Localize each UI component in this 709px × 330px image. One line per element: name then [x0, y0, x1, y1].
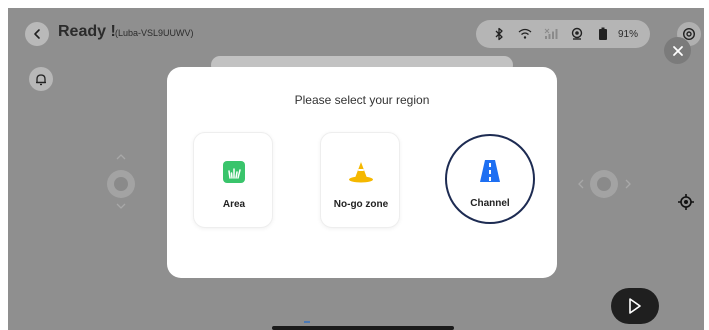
- locate-icon: [678, 194, 694, 210]
- status-bar: 91%: [476, 20, 650, 48]
- page-indicator: [304, 321, 310, 323]
- arrow-left-icon: [578, 179, 584, 189]
- road-channel-icon: [450, 158, 530, 184]
- option-channel[interactable]: Channel: [450, 132, 530, 228]
- locate-button[interactable]: [674, 190, 698, 214]
- close-icon: [672, 45, 683, 56]
- battery-icon: [590, 24, 616, 44]
- option-label: Area: [222, 199, 246, 210]
- cellular-signal-icon: [538, 24, 564, 44]
- arrow-right-icon: [625, 179, 631, 189]
- grass-area-icon: [194, 159, 274, 185]
- option-label: No-go zone: [333, 199, 389, 210]
- wifi-icon: [512, 24, 538, 44]
- joystick-knob[interactable]: [590, 170, 618, 198]
- arrow-up-icon: [116, 154, 126, 160]
- device-name: (Luba-VSL9UUWV): [115, 28, 194, 38]
- traffic-cone-icon: [321, 159, 401, 185]
- option-area[interactable]: Area: [193, 132, 273, 228]
- bluetooth-icon: [486, 24, 512, 44]
- home-indicator: [272, 326, 454, 330]
- page-title: Ready !: [58, 23, 116, 40]
- chevron-left-icon: [34, 29, 40, 39]
- joystick-knob[interactable]: [107, 170, 135, 198]
- bell-icon: [36, 73, 46, 85]
- dialog-title: Please select your region: [294, 93, 430, 107]
- option-no-go-zone[interactable]: No-go zone: [320, 132, 400, 228]
- notifications-button[interactable]: [29, 67, 53, 91]
- play-icon: [629, 298, 641, 314]
- close-button[interactable]: [664, 37, 691, 64]
- region-select-dialog: Please select your region Area No-go zon…: [167, 67, 557, 278]
- app-root: Ready ! (Luba-VSL9UUWV) 91% Please selec…: [0, 0, 709, 330]
- start-button[interactable]: [611, 288, 659, 324]
- option-label: Channel: [470, 198, 510, 209]
- arrow-down-icon: [116, 203, 126, 209]
- back-button[interactable]: [25, 22, 49, 46]
- gps-icon: [564, 24, 590, 44]
- battery-level: 91%: [618, 28, 639, 40]
- map-view: Ready ! (Luba-VSL9UUWV) 91% Please selec…: [8, 8, 704, 330]
